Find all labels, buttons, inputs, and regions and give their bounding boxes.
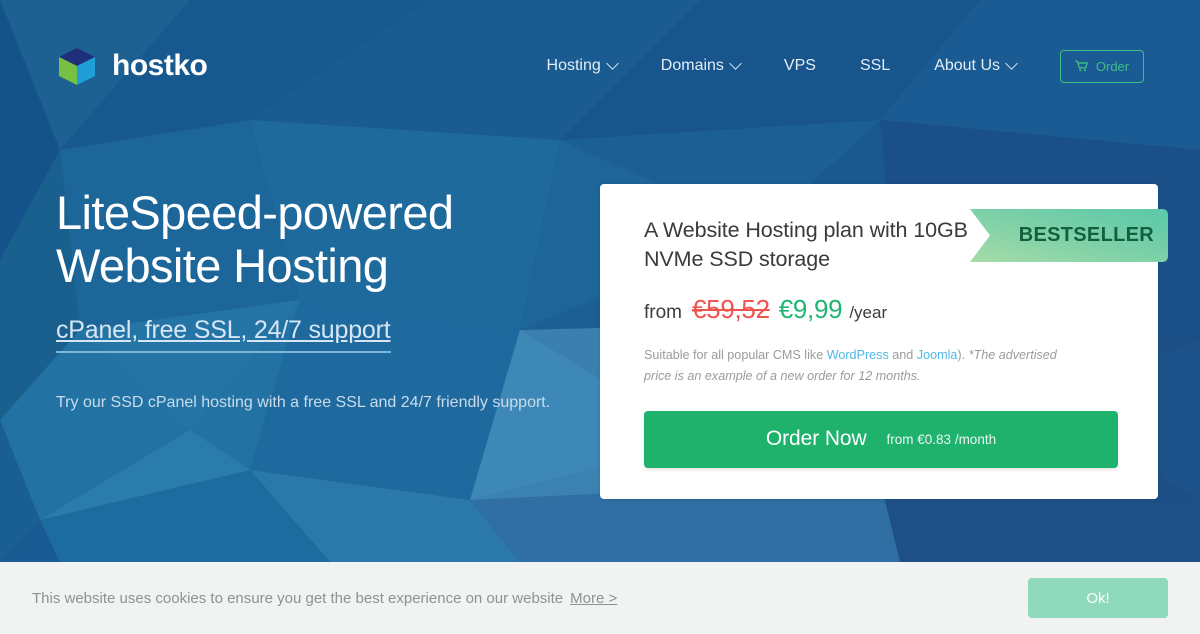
nav-label-about-us: About Us — [934, 57, 1000, 74]
page-root: hostko Hosting Domains VPS SSL About Us … — [0, 0, 1200, 634]
hero-content: LiteSpeed-powered Website Hosting cPanel… — [56, 186, 576, 416]
page-title: LiteSpeed-powered Website Hosting — [56, 186, 576, 292]
price-period: /year — [849, 303, 888, 323]
chevron-down-icon — [1005, 56, 1018, 70]
order-button-label: Order — [1095, 58, 1130, 74]
shopping-cart-icon — [1074, 60, 1088, 72]
brand-name: hostko — [112, 49, 208, 82]
plan-description: Suitable for all popular CMS like WordPr… — [644, 345, 1076, 387]
bestseller-label: BESTSELLER — [1018, 224, 1154, 246]
cookie-message: This website uses cookies to ensure you … — [32, 589, 564, 607]
bestseller-ribbon: BESTSELLER — [970, 209, 1168, 262]
chevron-down-icon — [729, 56, 742, 70]
hero-paragraph: Try our SSD cPanel hosting with a free S… — [56, 394, 551, 412]
joomla-link[interactable]: Joomla — [917, 348, 958, 362]
nav-label-hosting: Hosting — [546, 57, 601, 74]
desc-tail: ). — [957, 348, 969, 363]
price-old: €59,52 — [692, 294, 770, 325]
nav-label-domains: Domains — [660, 57, 724, 74]
price-new: €9,99 — [778, 294, 843, 325]
brand-logo-link[interactable]: hostko — [56, 45, 208, 87]
wordpress-link[interactable]: WordPress — [827, 348, 889, 362]
desc-lead: Suitable for all popular CMS like — [644, 348, 827, 363]
pricing-card: BESTSELLER A Website Hosting plan with 1… — [600, 184, 1168, 499]
cube-icon — [59, 48, 95, 85]
nav-item-about-us[interactable]: About Us — [912, 49, 1038, 83]
hero-title-line-1: LiteSpeed-powered — [56, 186, 454, 239]
order-now-sublabel: from €0.83 /month — [886, 431, 997, 447]
nav-item-ssl[interactable]: SSL — [838, 49, 912, 83]
cookie-accept-button[interactable]: Ok! — [1028, 578, 1168, 618]
hero-subtitle-link[interactable]: cPanel, free SSL, 24/7 support — [56, 316, 391, 354]
order-button[interactable]: Order — [1060, 49, 1144, 83]
order-now-button[interactable]: Order Now from €0.83 /month — [644, 410, 1118, 468]
nav-label-vps: VPS — [783, 57, 816, 74]
nav-item-domains[interactable]: Domains — [639, 49, 762, 83]
desc-between: and — [888, 348, 917, 363]
plan-title: A Website Hosting plan with 10GB NVMe SS… — [644, 218, 968, 272]
price-from-label: from — [644, 302, 682, 324]
main-navigation: Hosting Domains VPS SSL About Us Order — [525, 49, 1144, 83]
nav-item-vps[interactable]: VPS — [762, 49, 838, 83]
order-now-label: Order Now — [765, 427, 867, 451]
site-header: hostko Hosting Domains VPS SSL About Us … — [0, 0, 1200, 132]
hero-title-line-2: Website Hosting — [56, 239, 389, 293]
price-row: from €59,52 €9,99 /year — [644, 294, 1118, 325]
nav-label-ssl: SSL — [859, 57, 891, 74]
nav-item-hosting[interactable]: Hosting — [525, 49, 639, 83]
cookie-consent-bar: This website uses cookies to ensure you … — [0, 562, 1200, 634]
cookie-more-link[interactable]: More > — [570, 590, 617, 607]
chevron-down-icon — [605, 56, 619, 70]
